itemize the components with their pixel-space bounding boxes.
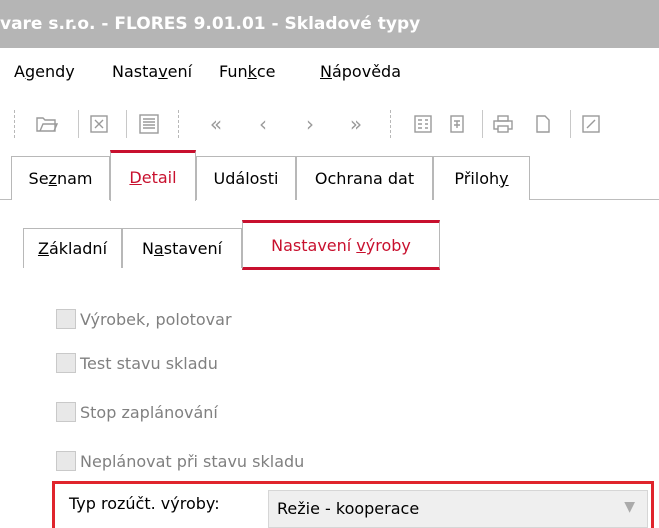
previous-icon[interactable]: ‹ [250,111,276,137]
tab-label-part: ákladní [48,239,108,258]
typ-rozuctovani-select[interactable]: Režie - kooperace ▼ [268,490,648,528]
tab-label-part: stavení [163,239,223,258]
toolbar-separator [126,110,127,138]
menu-label-part: ápověda [331,62,401,81]
menu-accel-key: N [320,62,332,81]
chevron-down-icon[interactable]: ▼ [624,499,635,515]
checkbox-label: Stop zaplánování [80,402,218,422]
tab-accel-key: z [48,169,57,188]
checkbox[interactable] [56,353,76,373]
tab-udalosti[interactable]: Události [196,156,296,200]
first-icon[interactable]: « [203,111,229,137]
menu-label-part: endy [35,62,75,81]
typ-rozuctovani-row: Typ rozúčt. výroby: Režie - kooperace ▼ [52,481,654,528]
typ-rozuctovani-value: Režie - kooperace [277,499,420,518]
toolbar-grip [14,110,15,138]
main-tab-strip: Se z nam Detail Události Ochrana dat Přilo… [0,150,659,201]
checkbox-label: Neplánovat při stavu skladu [80,451,305,471]
last-icon[interactable]: » [343,111,369,137]
toolbar-grip [178,110,179,138]
checkbox[interactable] [56,309,76,329]
menu-item-agendy[interactable]: Agendy [14,62,75,81]
checkbox-neplanovat-pri-stavu-skladu[interactable]: Neplánovat při stavu skladu [56,448,304,474]
print-icon[interactable] [490,111,516,137]
checkbox-stop-zaplanovani[interactable]: Stop zaplánování [56,399,218,425]
tab-label: Události [213,169,279,188]
menu-label-part: Fun [219,62,248,81]
toolbar-grip [390,110,391,138]
checkbox-label: Test stavu skladu [80,353,218,373]
tab-accel-key: y [499,169,509,188]
menu-label-part: Nasta [112,62,159,81]
tab-label-part: Se [28,169,49,188]
menu-item-nastaveni[interactable]: Nastavení [112,62,192,81]
form-icon[interactable] [410,111,436,137]
tab-accel-key: a [153,239,164,258]
tab-label-part: N [141,239,154,258]
tab-detail[interactable]: Detail [110,150,196,201]
tab-label-part: etail [141,167,177,187]
tab-accel-key: v [356,235,366,255]
checkbox[interactable] [56,451,76,471]
new-document-icon[interactable] [530,111,556,137]
tab-label-part: nam [56,169,93,188]
tab-ochrana-dat[interactable]: Ochrana dat [296,156,433,200]
tab-seznam[interactable]: Se z nam [11,156,110,200]
tab-label-part: Nastavení [271,235,357,255]
menu-accel-key: g [24,62,36,81]
toolbar: « ‹ › » [0,98,659,150]
export-icon[interactable] [578,111,604,137]
open-folder-icon[interactable] [34,111,60,137]
toolbar-separator [78,110,79,138]
tab-nastaveni[interactable]: Na stavení [122,228,242,268]
tab-nastaveni-vyroby[interactable]: Nastavení v ýroby [242,220,440,270]
window-title: vare s.r.o. - FLORES 9.01.01 - Skladové … [0,14,421,34]
toolbar-separator [570,110,571,138]
menu-label-part: ení [167,62,193,81]
delete-icon[interactable] [86,111,112,137]
tab-label-part: Přiloh [454,169,500,188]
window-title-bar: vare s.r.o. - FLORES 9.01.01 - Skladové … [0,0,659,48]
menu-item-napoveda[interactable]: Nápověda [320,62,401,81]
tab-label-part: ýroby [365,235,411,255]
checkbox-vyrobek-polotovar[interactable]: Výrobek, polotovar [56,306,232,332]
menu-item-funkce[interactable]: Funkce [219,62,276,81]
tab-label: Ochrana dat [314,169,415,188]
tab-prilohy[interactable]: Přiloh y [433,156,530,200]
menu-bar: Agendy Nastavení Funkce Nápověda [0,48,659,98]
list-icon[interactable] [136,111,162,137]
toolbar-separator [482,110,483,138]
menu-label-part: A [14,62,25,81]
typ-rozuctovani-label: Typ rozúčt. výroby: [69,494,220,513]
checkbox-test-stavu-skladu[interactable]: Test stavu skladu [56,350,218,376]
form-small-icon[interactable] [444,111,470,137]
tab-accel-key: D [129,167,142,187]
sub-tab-strip: Základní Na stavení Nastavení v ýroby [0,220,659,270]
checkbox-label: Výrobek, polotovar [80,309,232,329]
checkbox[interactable] [56,402,76,422]
menu-label-part: ce [256,62,276,81]
tab-zakladni[interactable]: Základní [23,228,122,268]
next-icon[interactable]: › [297,111,323,137]
menu-accel-key: v [158,62,168,81]
tab-accel-key: Z [37,239,49,258]
menu-accel-key: k [247,62,257,81]
